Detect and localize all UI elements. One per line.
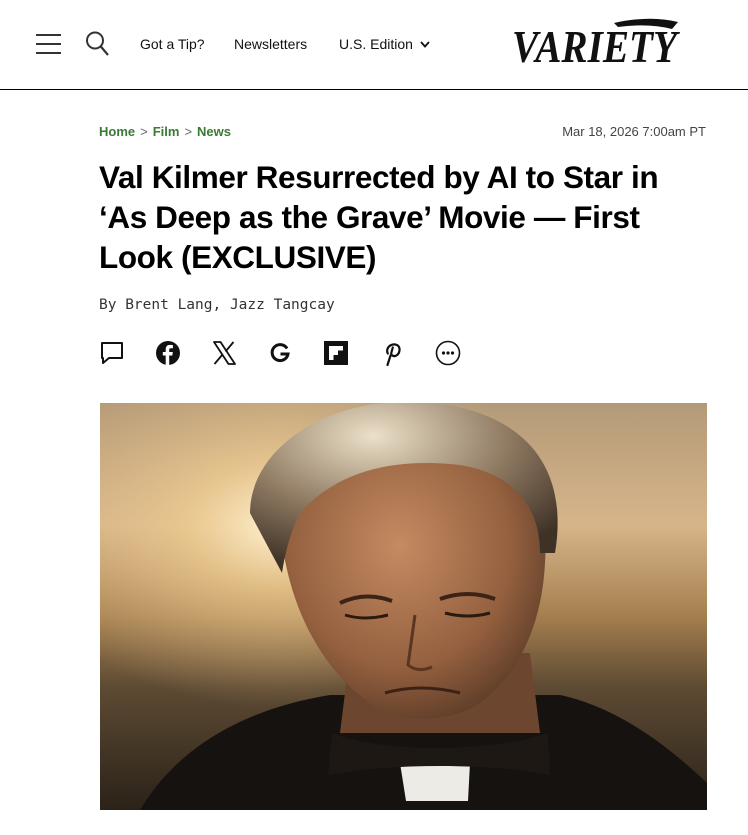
edition-label: U.S. Edition [339, 36, 413, 52]
x-icon[interactable] [211, 340, 237, 366]
facebook-icon[interactable] [155, 340, 181, 366]
hero-image[interactable] [100, 403, 707, 810]
site-header: Got a Tip? Newsletters U.S. Edition VARI… [0, 0, 748, 90]
breadcrumb: Home > Film > News [99, 124, 231, 139]
breadcrumb-film[interactable]: Film [153, 124, 180, 139]
edition-selector[interactable]: U.S. Edition [339, 36, 430, 52]
google-icon[interactable] [267, 340, 293, 366]
article-byline: By Brent Lang, Jazz Tangcay [99, 297, 335, 313]
variety-logo[interactable]: VARIETY [510, 17, 682, 72]
flipboard-icon[interactable] [323, 340, 349, 366]
breadcrumb-news[interactable]: News [197, 124, 231, 139]
more-icon[interactable] [435, 340, 461, 366]
got-a-tip-link[interactable]: Got a Tip? [140, 36, 205, 52]
search-icon[interactable] [85, 30, 110, 58]
comment-icon[interactable] [99, 340, 125, 366]
logo-text: VARIETY [512, 21, 680, 72]
pinterest-icon[interactable] [379, 340, 405, 366]
publish-timestamp: Mar 18, 2026 7:00am PT [562, 124, 706, 139]
menu-icon[interactable] [36, 32, 61, 55]
breadcrumb-separator: > [140, 124, 148, 139]
article-headline: Val Kilmer Resurrected by AI to Star in … [99, 159, 659, 275]
newsletters-link[interactable]: Newsletters [234, 36, 307, 52]
breadcrumb-separator: > [184, 124, 193, 139]
breadcrumb-home[interactable]: Home [99, 124, 135, 139]
chevron-down-icon [420, 41, 430, 48]
